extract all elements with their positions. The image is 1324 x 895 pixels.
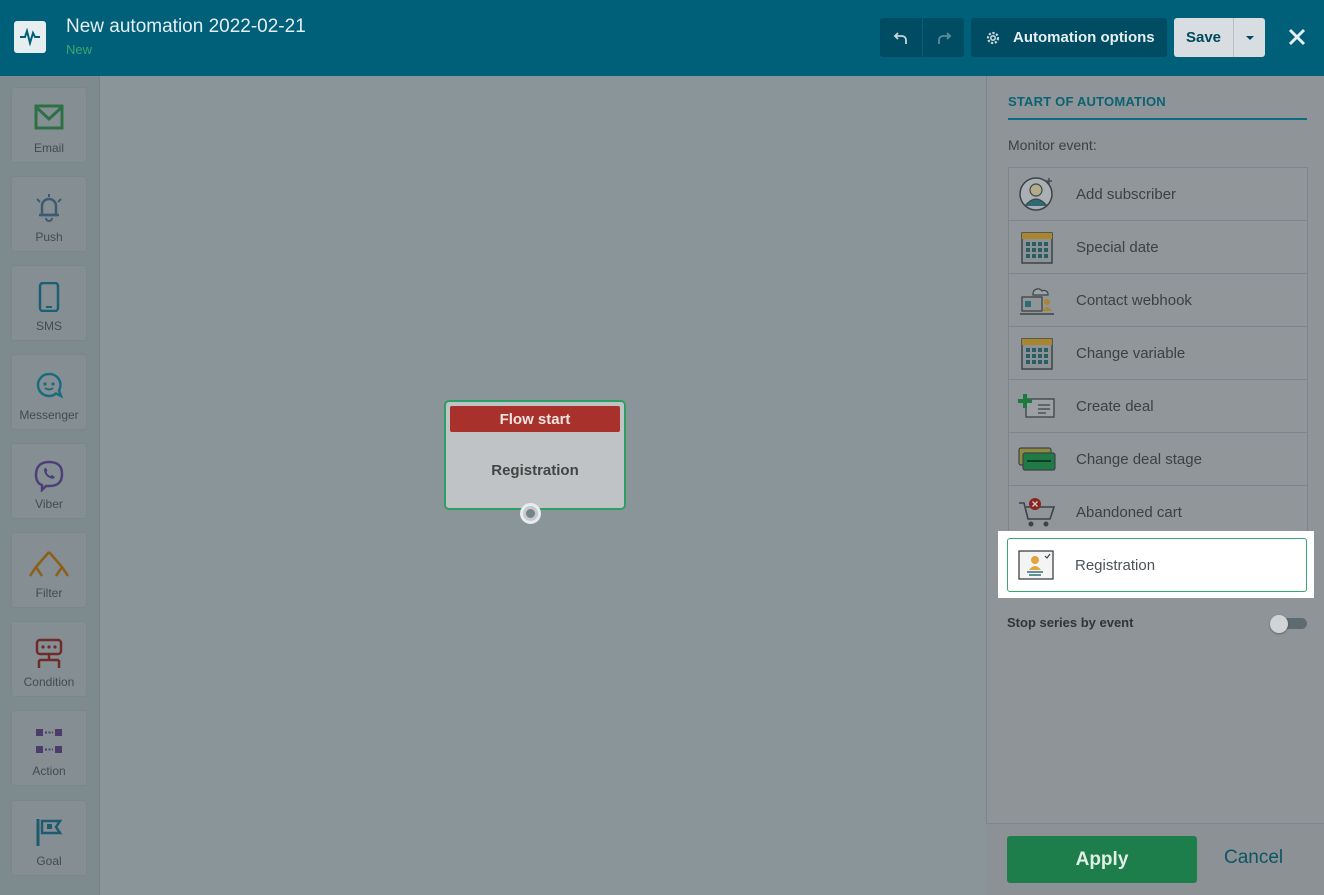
bell-icon [36, 194, 62, 222]
event-change-deal-stage[interactable]: Change deal stage [1009, 433, 1307, 486]
event-registration[interactable]: Registration [1007, 538, 1307, 592]
event-label: Add subscriber [1076, 185, 1177, 203]
stop-series-label: Stop series by event [1007, 615, 1134, 630]
tool-viber[interactable]: Viber [11, 443, 87, 519]
tool-label: Condition [23, 675, 75, 689]
tool-action[interactable]: Action [11, 710, 87, 786]
calendar-icon [1018, 334, 1056, 372]
undo-button[interactable] [880, 18, 922, 57]
tool-sms[interactable]: SMS [11, 265, 87, 341]
apply-button[interactable]: Apply [1007, 836, 1197, 883]
history-buttons [880, 18, 964, 57]
event-label: Create deal [1076, 397, 1154, 415]
close-button[interactable] [1284, 24, 1310, 50]
flow-start-event: Registration [491, 462, 579, 479]
tool-label: Messenger [19, 408, 79, 422]
tool-label: Action [32, 764, 66, 778]
automation-title[interactable]: New automation 2022-02-21 [66, 16, 306, 38]
automation-status: New [66, 42, 93, 57]
tool-filter[interactable]: Filter [11, 532, 87, 608]
tool-label: Goal [36, 854, 62, 868]
pulse-logo-icon[interactable] [14, 21, 46, 53]
caret-down-icon [1245, 35, 1254, 40]
close-icon [1288, 28, 1306, 46]
toggle-knob [1270, 615, 1288, 633]
viber-icon [34, 460, 64, 492]
undo-icon [893, 31, 907, 44]
stop-series-toggle[interactable] [1270, 615, 1307, 633]
save-button-group: Save [1174, 18, 1265, 57]
event-label: Registration [1075, 556, 1156, 574]
action-icon [36, 729, 62, 753]
registration-icon [1017, 546, 1055, 584]
monitor-event-label: Monitor event: [1008, 137, 1097, 153]
tool-condition[interactable]: Condition [11, 621, 87, 697]
automation-options-label: Automation options [1013, 29, 1155, 46]
save-dropdown-button[interactable] [1233, 18, 1265, 57]
event-change-variable[interactable]: Change variable [1009, 327, 1307, 380]
tool-label: Push [35, 230, 63, 244]
filter-icon [28, 551, 70, 577]
event-label: Contact webhook [1076, 291, 1192, 309]
flow-start-header: Flow start [450, 406, 620, 432]
calendar-icon [1018, 228, 1056, 266]
tool-label: Viber [35, 497, 63, 511]
event-contact-webhook[interactable]: Contact webhook [1009, 274, 1307, 327]
event-list: Add subscriber Special date Contact webh… [1008, 167, 1308, 540]
tool-label: SMS [35, 319, 62, 333]
event-label: Change deal stage [1076, 450, 1202, 468]
event-label: Abandoned cart [1076, 504, 1182, 521]
email-icon [34, 104, 64, 130]
node-output-connector[interactable] [520, 503, 541, 524]
cancel-button[interactable]: Cancel [1224, 847, 1283, 869]
event-special-date[interactable]: Special date [1009, 221, 1307, 274]
event-label: Change variable [1076, 344, 1186, 362]
tool-goal[interactable]: Goal [11, 800, 87, 876]
save-button[interactable]: Save [1174, 18, 1233, 57]
deal-stage-icon [1018, 440, 1056, 478]
phone-icon [38, 282, 60, 312]
flag-icon [36, 819, 63, 846]
add-subscriber-icon [1018, 175, 1056, 213]
tool-email[interactable]: Email [11, 87, 87, 163]
tool-push[interactable]: Push [11, 176, 87, 252]
cart-icon [1018, 494, 1056, 532]
tool-label: Filter [35, 586, 63, 600]
block-toolbar: Email Push SMS Messenger Viber Filter Co… [0, 76, 100, 895]
create-deal-icon [1018, 387, 1056, 425]
webhook-icon [1018, 281, 1056, 319]
gear-icon [986, 31, 1000, 44]
redo-icon [937, 31, 951, 44]
app-header: New automation 2022-02-21 New Automation… [0, 0, 1324, 76]
event-add-subscriber[interactable]: Add subscriber [1009, 168, 1307, 221]
chat-icon [36, 372, 63, 399]
automation-options-button[interactable]: Automation options [971, 18, 1167, 57]
condition-icon [35, 638, 63, 668]
redo-button[interactable] [922, 18, 964, 57]
panel-title: START OF AUTOMATION [1008, 94, 1307, 120]
event-create-deal[interactable]: Create deal [1009, 380, 1307, 433]
tool-messenger[interactable]: Messenger [11, 354, 87, 430]
flow-start-node[interactable]: Flow start Registration [444, 400, 626, 510]
settings-panel: START OF AUTOMATION Monitor event: Add s… [986, 76, 1324, 895]
event-label: Special date [1076, 238, 1159, 256]
tool-label: Email [33, 141, 64, 155]
